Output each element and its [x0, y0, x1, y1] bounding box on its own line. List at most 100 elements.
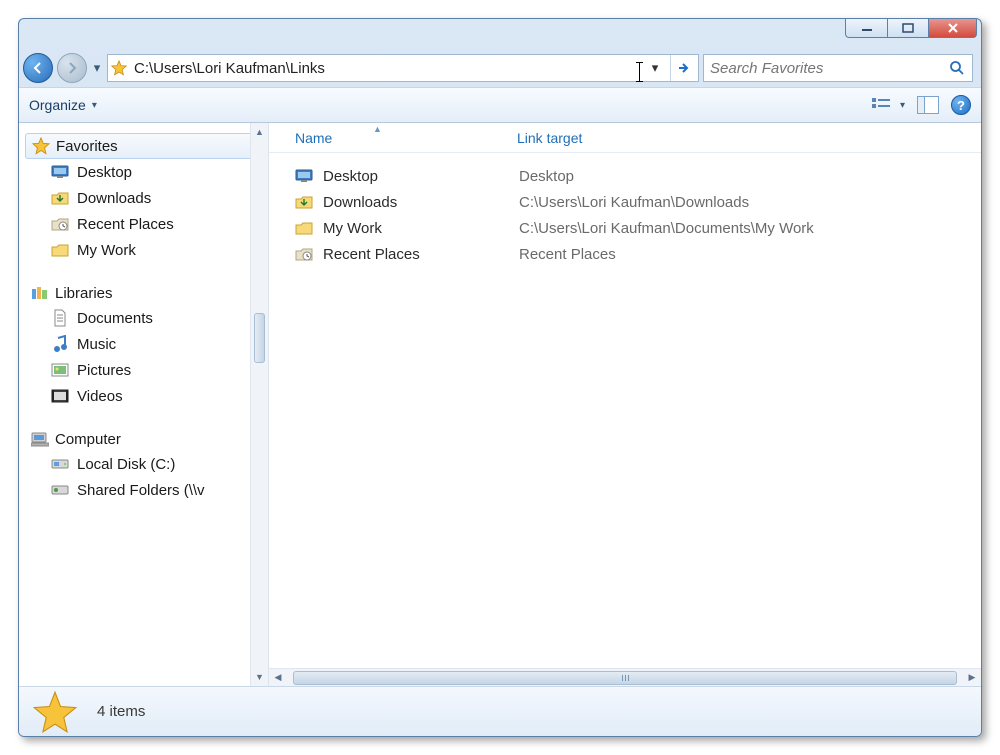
text-cursor-icon [639, 63, 640, 81]
file-target: C:\Users\Lori Kaufman\Documents\My Work [519, 220, 814, 237]
explorer-window: ▾ C:\Users\Lori Kaufman\Links ▾ Organize [18, 18, 982, 737]
disk-icon [51, 455, 69, 473]
sidebar-favorites-header[interactable]: Favorites [25, 133, 268, 159]
command-toolbar: Organize ▾ ? [19, 87, 981, 123]
help-button[interactable]: ? [951, 95, 971, 115]
sidebar-item-desktop[interactable]: Desktop [49, 159, 268, 185]
computer-icon [31, 430, 49, 448]
search-input[interactable] [710, 60, 948, 77]
file-row[interactable]: Downloads C:\Users\Lori Kaufman\Download… [293, 189, 981, 215]
sidebar-item-shared[interactable]: Shared Folders (\\v [49, 477, 268, 503]
favorites-label: Favorites [56, 138, 118, 155]
star-icon [32, 137, 50, 155]
search-box[interactable] [703, 54, 973, 82]
sidebar-item-label: Videos [77, 388, 123, 405]
sidebar-item-label: Documents [77, 310, 153, 327]
file-row[interactable]: Desktop Desktop [293, 163, 981, 189]
favorites-section: Favorites Desktop Downloads [25, 133, 268, 263]
file-list: Desktop Desktop Downloads C:\Users\Lori … [269, 153, 981, 668]
document-icon [51, 309, 69, 327]
sidebar-computer-header[interactable]: Computer [25, 427, 268, 451]
downloads-icon [295, 193, 313, 211]
navigation-pane: Favorites Desktop Downloads [19, 123, 269, 686]
column-header-name[interactable]: Name ▲ [295, 130, 517, 146]
sidebar-scrollbar[interactable]: ▲ ▼ [250, 123, 268, 686]
sidebar-item-label: Recent Places [77, 216, 174, 233]
file-name: Desktop [323, 168, 378, 185]
libraries-section: Libraries Documents Music [25, 281, 268, 409]
minimize-button[interactable] [845, 18, 887, 38]
star-icon [33, 690, 77, 734]
sidebar-item-localdisk[interactable]: Local Disk (C:) [49, 451, 268, 477]
sidebar-libraries-header[interactable]: Libraries [25, 281, 268, 305]
computer-label: Computer [55, 431, 121, 448]
sort-indicator-icon: ▲ [373, 124, 382, 134]
scroll-left-icon[interactable]: ◀ [269, 672, 287, 683]
maximize-button[interactable] [887, 18, 929, 38]
sidebar-item-recent[interactable]: Recent Places [49, 211, 268, 237]
pictures-icon [51, 361, 69, 379]
organize-menu[interactable]: Organize [29, 97, 97, 113]
file-name: Recent Places [323, 246, 420, 263]
folder-icon [51, 241, 69, 259]
column-name-label: Name [295, 130, 332, 146]
sidebar-item-label: My Work [77, 242, 136, 259]
sidebar-item-videos[interactable]: Videos [49, 383, 268, 409]
sidebar-item-music[interactable]: Music [49, 331, 268, 357]
file-target: Recent Places [519, 246, 616, 263]
file-name: My Work [323, 220, 382, 237]
libraries-icon [31, 284, 49, 302]
sidebar-item-label: Desktop [77, 164, 132, 181]
sidebar-item-label: Pictures [77, 362, 131, 379]
recent-icon [295, 245, 313, 263]
libraries-label: Libraries [55, 285, 113, 302]
downloads-icon [51, 189, 69, 207]
sidebar-item-mywork[interactable]: My Work [49, 237, 268, 263]
folder-icon [295, 219, 313, 237]
sidebar-item-label: Local Disk (C:) [77, 456, 175, 473]
scrollbar-thumb[interactable] [293, 671, 957, 685]
sidebar-item-downloads[interactable]: Downloads [49, 185, 268, 211]
search-icon[interactable] [948, 59, 966, 77]
desktop-icon [51, 163, 69, 181]
address-bar[interactable]: C:\Users\Lori Kaufman\Links ▾ [107, 54, 699, 82]
scroll-right-icon[interactable]: ▶ [963, 672, 981, 683]
network-drive-icon [51, 481, 69, 499]
recent-icon [51, 215, 69, 233]
column-target-label: Link target [517, 130, 582, 146]
file-name: Downloads [323, 194, 397, 211]
preview-pane-button[interactable] [917, 96, 939, 114]
scrollbar-thumb[interactable] [254, 313, 265, 363]
go-button[interactable] [670, 55, 696, 81]
sidebar-item-label: Downloads [77, 190, 151, 207]
column-header-target[interactable]: Link target [517, 130, 981, 146]
titlebar [19, 19, 981, 49]
music-icon [51, 335, 69, 353]
forward-button[interactable] [57, 53, 87, 83]
view-options-button[interactable]: ▾ [872, 97, 905, 113]
desktop-icon [295, 167, 313, 185]
navigation-bar: ▾ C:\Users\Lori Kaufman\Links ▾ [19, 49, 981, 87]
videos-icon [51, 387, 69, 405]
address-dropdown[interactable]: ▾ [646, 60, 664, 76]
sidebar-item-documents[interactable]: Documents [49, 305, 268, 331]
sidebar-item-pictures[interactable]: Pictures [49, 357, 268, 383]
view-icon [872, 97, 894, 113]
favorites-icon [110, 59, 128, 77]
file-target: C:\Users\Lori Kaufman\Downloads [519, 194, 749, 211]
organize-label: Organize [29, 97, 86, 113]
column-headers: Name ▲ Link target [269, 123, 981, 153]
close-button[interactable] [929, 18, 977, 38]
file-row[interactable]: Recent Places Recent Places [293, 241, 981, 267]
address-path[interactable]: C:\Users\Lori Kaufman\Links [134, 60, 633, 77]
file-pane: Name ▲ Link target Desktop Desktop [269, 123, 981, 686]
scroll-down-icon[interactable]: ▼ [251, 668, 268, 686]
nav-history-dropdown[interactable]: ▾ [91, 60, 103, 76]
file-target: Desktop [519, 168, 574, 185]
horizontal-scrollbar[interactable]: ◀ ▶ [269, 668, 981, 686]
file-row[interactable]: My Work C:\Users\Lori Kaufman\Documents\… [293, 215, 981, 241]
scroll-up-icon[interactable]: ▲ [251, 123, 268, 141]
back-button[interactable] [23, 53, 53, 83]
sidebar-item-label: Shared Folders (\\v [77, 482, 205, 499]
chevron-down-icon: ▾ [900, 100, 905, 111]
